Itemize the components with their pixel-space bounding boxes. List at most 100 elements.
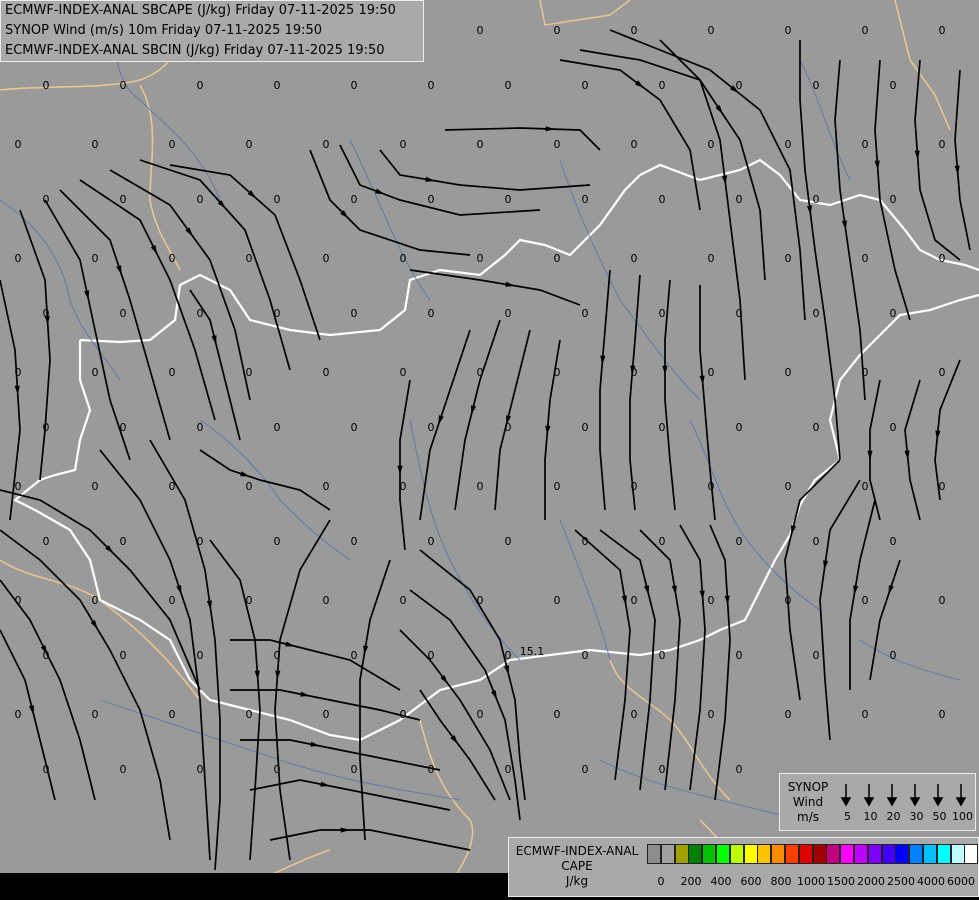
cape-color-swatch xyxy=(798,844,813,864)
cin-value: 0 xyxy=(862,138,869,151)
cin-value: 0 xyxy=(659,193,666,206)
cin-value: 0 xyxy=(813,79,820,92)
cin-value: 0 xyxy=(862,708,869,721)
cin-value: 0 xyxy=(631,594,638,607)
cin-value: 0 xyxy=(400,480,407,493)
cin-value: 0 xyxy=(197,763,204,776)
arrowhead-icon xyxy=(471,405,477,415)
streamline xyxy=(79,179,216,421)
streamline xyxy=(834,59,866,401)
cin-value: 0 xyxy=(477,480,484,493)
cin-value: 0 xyxy=(813,307,820,320)
cin-value: 0 xyxy=(274,193,281,206)
arrowhead-icon xyxy=(116,265,122,275)
cin-value: 0 xyxy=(708,594,715,607)
cin-value: 0 xyxy=(120,193,127,206)
cin-value: 0 xyxy=(197,535,204,548)
arrowhead-icon xyxy=(84,290,90,300)
streamline xyxy=(869,559,901,681)
cape-color-swatch xyxy=(716,844,730,864)
cin-value: 0 xyxy=(813,421,820,434)
cape-tick-label: 6000 xyxy=(947,875,975,888)
cin-value: 0 xyxy=(351,79,358,92)
wind-speed-20: 20 xyxy=(886,810,901,823)
cin-value: 0 xyxy=(785,24,792,37)
cin-value: 0 xyxy=(554,708,561,721)
arrowhead-icon xyxy=(285,641,295,647)
cin-value: 0 xyxy=(582,535,589,548)
cin-value: 0 xyxy=(92,708,99,721)
cin-value: 0 xyxy=(169,138,176,151)
cin-value: 0 xyxy=(862,480,869,493)
cin-value: 0 xyxy=(582,763,589,776)
cin-value: 0 xyxy=(736,763,743,776)
cin-value: 0 xyxy=(274,763,281,776)
cin-value: 0 xyxy=(659,535,666,548)
cin-value: 0 xyxy=(92,252,99,265)
arrowhead-icon xyxy=(545,126,555,132)
cin-value: 0 xyxy=(939,480,946,493)
cin-value: 0 xyxy=(785,708,792,721)
cin-value: 0 xyxy=(323,366,330,379)
cin-value: 0 xyxy=(736,307,743,320)
arrowhead-icon xyxy=(211,335,217,345)
cape-color-swatch xyxy=(964,844,979,864)
cin-value: 0 xyxy=(890,79,897,92)
wind-speed-5: 5 xyxy=(844,810,851,823)
cin-value: 0 xyxy=(43,421,50,434)
synop-wind-legend: SYNOP Wind m/s 5 10 20 30 50 100 xyxy=(779,773,976,831)
cin-value: 0 xyxy=(708,252,715,265)
cin-value: 0 xyxy=(659,649,666,662)
cape-color-swatch xyxy=(785,844,799,864)
cin-value: 0 xyxy=(785,366,792,379)
cape-color-swatch xyxy=(743,844,758,864)
cin-value: 0 xyxy=(323,138,330,151)
cin-value: 0 xyxy=(351,535,358,548)
streamline xyxy=(629,274,641,511)
cin-value: 0 xyxy=(169,594,176,607)
streamline xyxy=(269,829,471,851)
cape-tick-label: 800 xyxy=(770,875,792,888)
cin-value: 0 xyxy=(505,535,512,548)
streamline xyxy=(494,329,531,511)
cin-value: 0 xyxy=(939,708,946,721)
streamline xyxy=(399,629,511,801)
cin-value: 0 xyxy=(428,421,435,434)
cin-value-15-1: 15.1 xyxy=(520,645,545,658)
streamline xyxy=(44,199,131,461)
streamline xyxy=(869,379,881,521)
streamline xyxy=(379,149,591,191)
cin-value: 0 xyxy=(323,252,330,265)
cin-value: 0 xyxy=(554,480,561,493)
cin-value: 0 xyxy=(274,79,281,92)
cin-value: 0 xyxy=(505,763,512,776)
cin-value: 0 xyxy=(15,708,22,721)
cape-color-swatch xyxy=(647,844,661,864)
arrowhead-icon xyxy=(90,620,98,630)
streamline xyxy=(799,40,841,461)
wind-speed-30: 30 xyxy=(909,810,924,823)
cin-value: 0 xyxy=(92,366,99,379)
cin-value: 0 xyxy=(708,138,715,151)
cin-value: 0 xyxy=(246,366,253,379)
wind-speed-values: 5 10 20 30 50 100 xyxy=(836,810,976,823)
cape-tick-label: 1500 xyxy=(827,875,855,888)
cape-color-swatch xyxy=(950,844,965,864)
cin-value: 0 xyxy=(631,252,638,265)
cin-value: 0 xyxy=(708,366,715,379)
cin-value: 0 xyxy=(197,193,204,206)
cin-value: 0 xyxy=(582,79,589,92)
cin-value: 0 xyxy=(15,138,22,151)
cin-value: 0 xyxy=(120,79,127,92)
streamline xyxy=(419,689,496,801)
cin-value: 0 xyxy=(890,535,897,548)
streamline xyxy=(819,479,861,741)
streamline xyxy=(709,524,731,801)
cin-value: 0 xyxy=(351,193,358,206)
cin-value: 0 xyxy=(659,79,666,92)
cin-value: 0 xyxy=(862,594,869,607)
cape-color-swatch xyxy=(729,844,744,864)
wind-streamline-map[interactable]: 0 0 0 0 0 0 0 0 0 0 0 0 0 0 0 0 0 0 0 0 0 0 0 0 0 0 0 0 0 0 0 0 0 0 0 0 0 0 0 0… xyxy=(0,0,979,900)
streamline xyxy=(99,449,211,861)
cape-color-swatch xyxy=(660,844,675,864)
